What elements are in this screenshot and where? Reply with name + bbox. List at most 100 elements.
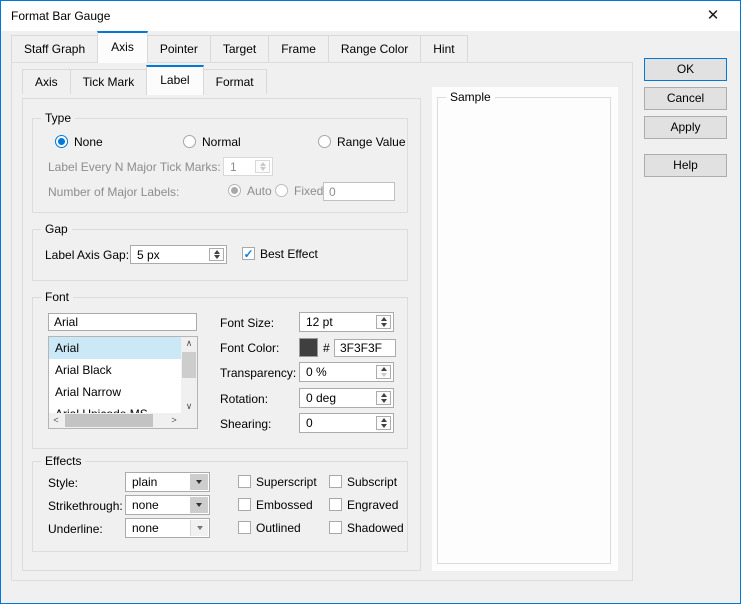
fixed-radio-label: Fixed xyxy=(294,183,323,199)
font-size-spin-buttons[interactable] xyxy=(376,315,391,329)
font-name-input[interactable] xyxy=(48,313,197,331)
tab-pointer[interactable]: Pointer xyxy=(147,35,211,62)
font-legend: Font xyxy=(41,290,73,305)
apply-button[interactable]: Apply xyxy=(644,116,727,139)
subtab-label[interactable]: Label xyxy=(146,65,203,95)
shearing-value: 0 xyxy=(306,414,313,432)
label-every-n-value: 1 xyxy=(230,158,237,175)
font-list[interactable]: Arial Arial Black Arial Narrow Arial Uni… xyxy=(48,336,198,429)
hash-label: # xyxy=(323,340,330,356)
label-every-n-spin-buttons xyxy=(255,160,270,173)
fixed-count-field xyxy=(323,182,395,201)
horizontal-scroll-thumb[interactable] xyxy=(65,414,153,427)
font-list-item[interactable]: Arial Black xyxy=(49,359,181,381)
shearing-spinner[interactable]: 0 xyxy=(299,413,394,433)
spin-down-icon[interactable] xyxy=(377,398,390,404)
superscript-label: Superscript xyxy=(256,474,317,490)
font-list-vertical-scrollbar[interactable]: ∧ ∨ xyxy=(181,337,197,413)
subtab-axis[interactable]: Axis xyxy=(22,69,71,94)
shearing-spin-buttons[interactable] xyxy=(376,416,391,430)
rotation-spinner[interactable]: 0 deg xyxy=(299,388,394,408)
spin-down-icon xyxy=(377,372,390,378)
range-value-radio-label: Range Value xyxy=(337,134,406,150)
spin-down-icon[interactable] xyxy=(377,322,390,328)
font-size-spinner[interactable]: 12 pt xyxy=(299,312,394,332)
engraved-checkbox[interactable] xyxy=(329,498,342,511)
effects-legend: Effects xyxy=(41,454,85,469)
rotation-label: Rotation: xyxy=(220,391,268,407)
tab-target[interactable]: Target xyxy=(210,35,269,62)
underline-value: none xyxy=(132,519,159,537)
subscript-label: Subscript xyxy=(347,474,397,490)
font-list-item[interactable]: Arial Narrow xyxy=(49,381,181,403)
underline-dropdown[interactable]: none xyxy=(125,518,210,538)
shadowed-checkbox[interactable] xyxy=(329,521,342,534)
subtab-tick-mark[interactable]: Tick Mark xyxy=(70,69,148,94)
transparency-spinner[interactable]: 0 % xyxy=(299,362,394,382)
gap-legend: Gap xyxy=(41,222,72,237)
ok-button[interactable]: OK xyxy=(644,58,727,81)
font-list-item[interactable]: Arial xyxy=(49,337,181,359)
transparency-label: Transparency: xyxy=(220,365,296,381)
dropdown-arrow-icon[interactable] xyxy=(190,520,208,536)
rotation-spin-buttons[interactable] xyxy=(376,391,391,405)
engraved-label: Engraved xyxy=(347,497,398,513)
format-bar-gauge-dialog: Format Bar Gauge ✕ Staff Graph Axis Poin… xyxy=(0,0,741,604)
strikethrough-dropdown[interactable]: none xyxy=(125,495,210,515)
label-axis-gap-spin-buttons[interactable] xyxy=(209,248,224,261)
font-color-swatch[interactable] xyxy=(299,338,318,357)
tab-hint[interactable]: Hint xyxy=(420,35,467,62)
sample-legend: Sample xyxy=(446,90,495,105)
embossed-label: Embossed xyxy=(256,497,313,513)
dropdown-arrow-icon[interactable] xyxy=(190,474,208,490)
vertical-scroll-thumb[interactable] xyxy=(182,352,196,378)
close-icon[interactable]: ✕ xyxy=(700,1,726,31)
font-color-label: Font Color: xyxy=(220,340,279,356)
normal-radio[interactable] xyxy=(183,135,196,148)
dropdown-arrow-icon[interactable] xyxy=(190,497,208,513)
subscript-checkbox[interactable] xyxy=(329,475,342,488)
outlined-label: Outlined xyxy=(256,520,301,536)
scrollbar-corner xyxy=(181,413,197,428)
window-title: Format Bar Gauge xyxy=(11,1,110,31)
sample-groupbox: Sample xyxy=(437,97,611,564)
best-effect-checkbox[interactable]: ✓ xyxy=(242,247,255,260)
axis-tab-panel: Axis Tick Mark Label Format Type None No… xyxy=(11,62,633,581)
style-dropdown[interactable]: plain xyxy=(125,472,210,492)
superscript-checkbox[interactable] xyxy=(238,475,251,488)
embossed-checkbox[interactable] xyxy=(238,498,251,511)
font-list-horizontal-scrollbar[interactable]: < > xyxy=(49,413,181,428)
type-legend: Type xyxy=(41,111,75,126)
spin-down-icon[interactable] xyxy=(377,423,390,429)
none-radio[interactable] xyxy=(55,135,68,148)
cancel-button[interactable]: Cancel xyxy=(644,87,727,110)
rotation-value: 0 deg xyxy=(306,389,336,407)
scroll-right-icon[interactable]: > xyxy=(169,415,179,425)
transparency-spin-buttons[interactable] xyxy=(376,365,391,379)
font-size-label: Font Size: xyxy=(220,315,274,331)
scroll-left-icon[interactable]: < xyxy=(51,415,61,425)
subtab-format[interactable]: Format xyxy=(203,69,267,94)
font-groupbox: Font Arial Arial Black Arial Narrow Aria… xyxy=(32,297,408,449)
transparency-value: 0 % xyxy=(306,363,327,381)
font-color-hex-input[interactable] xyxy=(334,339,396,357)
tab-axis[interactable]: Axis xyxy=(97,31,148,63)
tab-frame[interactable]: Frame xyxy=(268,35,329,62)
auto-radio xyxy=(228,184,241,197)
label-axis-gap-spinner[interactable]: 5 px xyxy=(130,245,227,264)
outlined-checkbox[interactable] xyxy=(238,521,251,534)
auto-radio-label: Auto xyxy=(247,183,272,199)
tab-range-color[interactable]: Range Color xyxy=(328,35,421,62)
label-every-n-label: Label Every N Major Tick Marks: xyxy=(48,159,221,175)
strikethrough-label: Strikethrough: xyxy=(48,498,123,514)
scroll-up-icon[interactable]: ∧ xyxy=(181,338,197,349)
tab-staff-graph[interactable]: Staff Graph xyxy=(11,35,98,62)
effects-groupbox: Effects Style: plain Superscript Subscri… xyxy=(32,461,408,552)
shadowed-label: Shadowed xyxy=(347,520,404,536)
spin-down-icon[interactable] xyxy=(210,255,223,261)
scroll-down-icon[interactable]: ∨ xyxy=(181,401,197,412)
sample-preview-panel: Sample xyxy=(432,87,618,571)
range-value-radio[interactable] xyxy=(318,135,331,148)
label-subtab-panel: Type None Normal Range Value Label Every… xyxy=(22,98,421,571)
help-button[interactable]: Help xyxy=(644,154,727,177)
